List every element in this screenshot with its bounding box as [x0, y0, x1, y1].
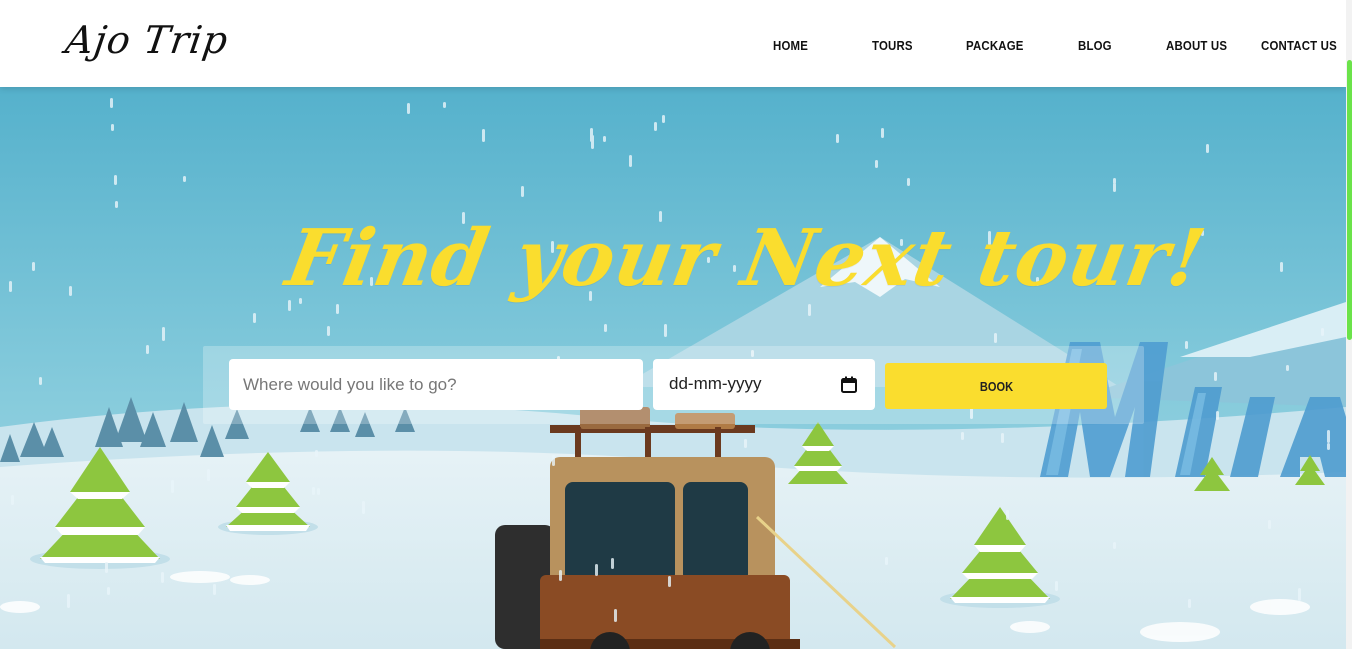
- snowflake: [315, 450, 318, 457]
- snowflake: [162, 327, 165, 341]
- nav-package-link[interactable]: PACKAGE: [966, 38, 1024, 53]
- snowflake: [69, 286, 72, 296]
- snowflake: [629, 155, 632, 167]
- snowflake: [114, 175, 117, 185]
- snowflake: [183, 176, 186, 182]
- snowflake: [161, 572, 164, 583]
- snowflake: [407, 103, 410, 114]
- hero-section: Find your Next tour! dd-mm-yyyy BOOK: [0, 87, 1346, 649]
- snowflake: [207, 469, 210, 481]
- snowflake: [1321, 328, 1324, 336]
- snowflake: [744, 439, 747, 448]
- snowflake: [1113, 183, 1116, 192]
- snowflake: [312, 487, 315, 495]
- snowflake: [604, 324, 607, 332]
- snowflake: [362, 501, 365, 514]
- snowflake: [105, 562, 108, 573]
- snowflake: [907, 178, 910, 186]
- main-nav: HOME TOURS PACKAGE BLOG ABOUT US CONTACT…: [0, 0, 1346, 87]
- snowflake: [808, 304, 811, 316]
- snowflake: [9, 281, 12, 292]
- snowflake: [611, 558, 614, 569]
- snowflake: [110, 98, 113, 108]
- snowflake: [327, 326, 330, 336]
- snowflake: [595, 564, 598, 576]
- site-header: Ajo Trip HOME TOURS PACKAGE BLOG ABOUT U…: [0, 0, 1346, 87]
- snowflake: [67, 594, 70, 608]
- snowflake: [662, 115, 665, 123]
- book-button-label: BOOK: [979, 378, 1013, 394]
- snowflake: [590, 128, 593, 142]
- snowflake: [111, 124, 114, 131]
- snowflake: [213, 584, 216, 595]
- snowflake: [1327, 430, 1330, 443]
- hero-title: Find your Next tour!: [279, 213, 1213, 304]
- snowflake: [1268, 520, 1271, 529]
- nav-tours-link[interactable]: TOURS: [872, 38, 913, 53]
- snowflake: [1188, 599, 1191, 608]
- snowflake: [171, 480, 174, 493]
- snowflake: [39, 377, 42, 385]
- snowflake: [11, 495, 14, 505]
- snowflake: [521, 186, 524, 197]
- snowflake: [1206, 144, 1209, 153]
- date-input[interactable]: dd-mm-yyyy: [653, 359, 875, 410]
- snowflake: [443, 102, 446, 108]
- snowflake: [146, 345, 149, 354]
- snowflake: [253, 313, 256, 323]
- snowflake: [336, 304, 339, 314]
- snowflake: [836, 134, 839, 143]
- snowflake: [1055, 581, 1058, 591]
- snowflake: [1327, 443, 1330, 450]
- snowflake: [1001, 433, 1004, 443]
- snowflake: [1286, 365, 1289, 371]
- snowflake: [317, 488, 320, 495]
- snowflake: [552, 455, 555, 466]
- snowflake: [885, 557, 888, 565]
- nav-blog-link[interactable]: BLOG: [1078, 38, 1112, 53]
- snowflake: [1006, 510, 1009, 520]
- nav-home-link[interactable]: HOME: [773, 38, 808, 53]
- snowflake: [603, 136, 606, 142]
- snowflake: [1185, 341, 1188, 349]
- snowflake: [614, 609, 617, 622]
- snowflake: [654, 122, 657, 131]
- snowflake: [559, 570, 562, 581]
- snowflake: [875, 160, 878, 168]
- snowflake: [994, 333, 997, 343]
- snowflake: [668, 576, 671, 587]
- snowflake: [1216, 411, 1219, 420]
- book-button[interactable]: BOOK: [885, 363, 1107, 409]
- nav-about-link[interactable]: ABOUT US: [1166, 38, 1227, 53]
- date-value: dd-mm-yyyy: [669, 374, 762, 393]
- snowflake: [961, 432, 964, 440]
- calendar-icon[interactable]: [841, 376, 857, 393]
- snowflake: [664, 324, 667, 337]
- snowflake: [1113, 542, 1116, 549]
- snowflake: [1280, 262, 1283, 272]
- snowflake: [115, 201, 118, 208]
- snowflake: [482, 129, 485, 142]
- snowflake: [32, 262, 35, 271]
- snowflake: [1298, 588, 1301, 601]
- snowflake: [1214, 372, 1217, 381]
- page-scrollbar-thumb[interactable]: [1347, 60, 1352, 340]
- snowflake: [881, 128, 884, 138]
- snowflake: [107, 587, 110, 595]
- nav-contact-link[interactable]: CONTACT US: [1261, 38, 1337, 53]
- destination-input[interactable]: [229, 359, 643, 410]
